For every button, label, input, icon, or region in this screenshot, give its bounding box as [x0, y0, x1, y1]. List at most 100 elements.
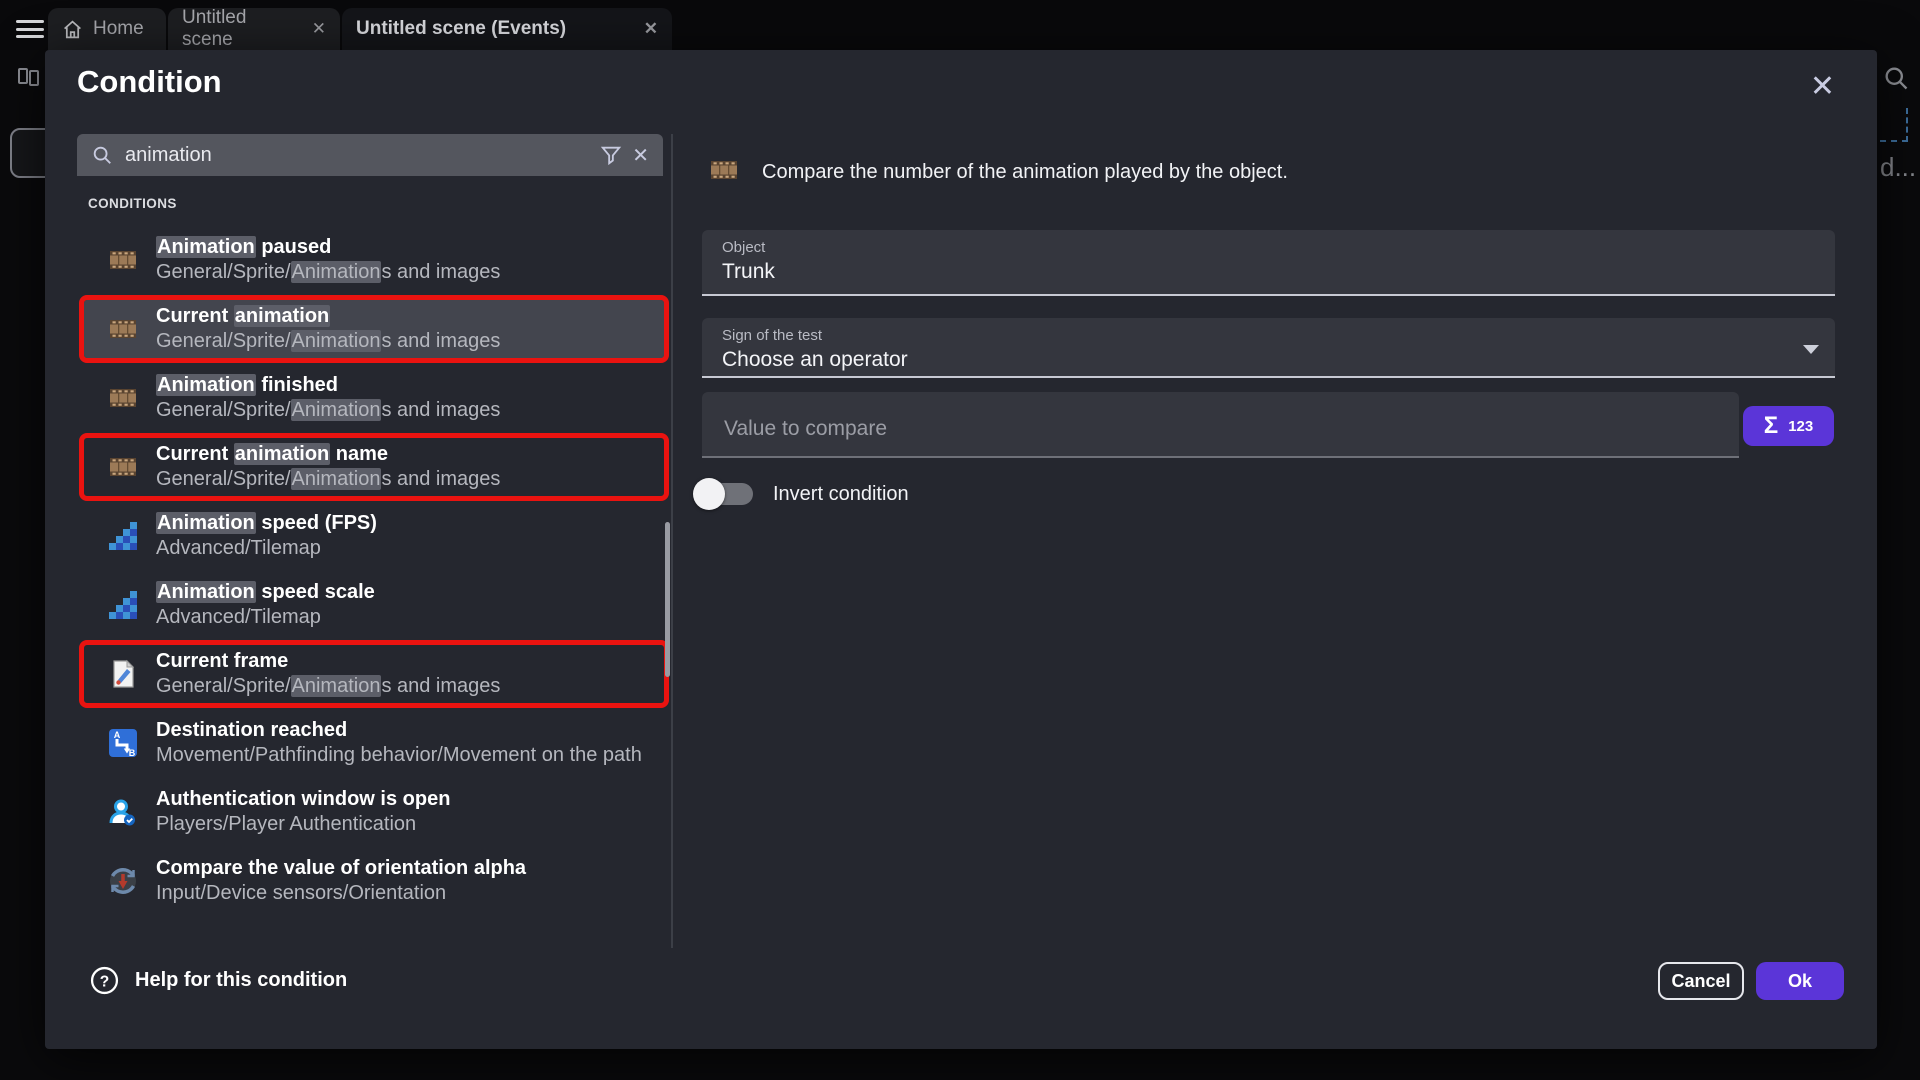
condition-list-item[interactable]: AB Destination reachedMovement/Pathfindin… — [79, 709, 669, 777]
close-tab-icon[interactable]: ✕ — [312, 19, 326, 39]
field-value: Trunk — [722, 260, 1815, 284]
section-header: CONDITIONS — [88, 196, 177, 211]
close-icon[interactable]: ✕ — [1810, 72, 1835, 102]
condition-item-title: Animation finished — [156, 373, 500, 398]
tab-untitled-scene-events[interactable]: Untitled scene (Events) ✕ — [342, 8, 672, 50]
tab-untitled-scene[interactable]: Untitled scene ✕ — [168, 8, 340, 50]
ok-button[interactable]: Ok — [1756, 962, 1844, 1000]
chevron-down-icon — [1803, 345, 1819, 354]
condition-item-text: Current frameGeneral/Sprite/Animations a… — [156, 649, 500, 699]
help-link[interactable]: ? Help for this condition — [90, 966, 347, 995]
orientation-icon — [106, 865, 140, 897]
scrollbar-thumb[interactable] — [665, 522, 670, 677]
panels-icon[interactable] — [18, 68, 38, 86]
condition-item-text: Animation finishedGeneral/Sprite/Animati… — [156, 373, 500, 423]
match-highlight: Animation — [156, 374, 256, 396]
condition-list-item[interactable]: Animation speed scaleAdvanced/Tilemap — [79, 571, 669, 639]
film-icon — [106, 382, 140, 414]
condition-item-path: General/Sprite/Animations and images — [156, 467, 500, 492]
filter-icon[interactable] — [600, 144, 622, 166]
condition-list-item[interactable]: Compare the value of orientation alphaIn… — [79, 847, 669, 915]
value-field[interactable] — [702, 392, 1739, 458]
magnifier-icon — [91, 144, 113, 166]
svg-text:A: A — [114, 730, 121, 740]
condition-item-title: Current animation name — [156, 442, 500, 467]
condition-item-path: Movement/Pathfinding behavior/Movement o… — [156, 743, 642, 768]
condition-list-item[interactable]: Authentication window is openPlayers/Pla… — [79, 778, 669, 846]
cancel-button[interactable]: Cancel — [1658, 962, 1744, 1000]
match-highlight: Animation — [291, 675, 382, 697]
selection-marquee — [1906, 108, 1908, 142]
condition-item-path: Advanced/Tilemap — [156, 605, 375, 630]
truncated-label: d... — [1880, 152, 1916, 183]
film-icon — [708, 154, 740, 191]
condition-dialog: Condition ✕ ✕ CONDITIONS Animation pause… — [45, 50, 1877, 1049]
condition-list-item[interactable]: Current frameGeneral/Sprite/Animations a… — [79, 640, 669, 708]
condition-item-title: Animation speed scale — [156, 580, 375, 605]
condition-item-title: Authentication window is open — [156, 787, 450, 812]
tab-home[interactable]: Home — [48, 8, 166, 50]
condition-list-item[interactable]: Animation speed (FPS)Advanced/Tilemap — [79, 502, 669, 570]
condition-item-path: Input/Device sensors/Orientation — [156, 881, 526, 906]
match-highlight: animation — [234, 305, 330, 327]
digits-label: 123 — [1788, 418, 1813, 435]
condition-item-path: General/Sprite/Animations and images — [156, 674, 500, 699]
condition-description: Compare the number of the animation play… — [762, 161, 1288, 184]
condition-item-text: Current animation nameGeneral/Sprite/Ani… — [156, 442, 500, 492]
object-field[interactable]: Object Trunk — [702, 230, 1835, 296]
match-highlight: Animation — [291, 399, 382, 421]
tilemap-icon — [106, 520, 140, 552]
help-icon: ? — [90, 966, 119, 995]
condition-item-text: Current animationGeneral/Sprite/Animatio… — [156, 304, 500, 354]
clear-search-icon[interactable]: ✕ — [632, 143, 649, 168]
condition-item-text: Authentication window is openPlayers/Pla… — [156, 787, 450, 837]
sigma-icon: Σ — [1764, 414, 1778, 438]
search-input[interactable] — [123, 143, 590, 168]
operator-select[interactable]: Sign of the test Choose an operator — [702, 318, 1835, 378]
tab-label: Home — [93, 18, 144, 40]
condition-item-path: Players/Player Authentication — [156, 812, 450, 837]
condition-item-text: Destination reachedMovement/Pathfinding … — [156, 718, 642, 768]
tab-bar: Home Untitled scene ✕ Untitled scene (Ev… — [0, 0, 1920, 50]
invert-condition-row: Invert condition — [693, 476, 909, 512]
menu-icon[interactable] — [16, 20, 44, 40]
film-icon — [106, 244, 140, 276]
tab-label: Untitled scene — [182, 7, 302, 51]
condition-item-path: Advanced/Tilemap — [156, 536, 377, 561]
expression-builder-button[interactable]: Σ 123 — [1743, 406, 1834, 446]
condition-item-title: Compare the value of orientation alpha — [156, 856, 526, 881]
condition-item-title: Current animation — [156, 304, 500, 329]
field-label: Object — [722, 239, 1815, 256]
invert-condition-label: Invert condition — [773, 483, 909, 506]
close-tab-icon[interactable]: ✕ — [644, 19, 658, 39]
condition-list-item[interactable]: Current animationGeneral/Sprite/Animatio… — [79, 295, 669, 363]
app-window: Home Untitled scene ✕ Untitled scene (Ev… — [0, 0, 1920, 1080]
condition-item-text: Compare the value of orientation alphaIn… — [156, 856, 526, 906]
field-value: Choose an operator — [722, 348, 1815, 372]
frame-icon — [106, 658, 140, 690]
svg-text:?: ? — [100, 974, 109, 991]
condition-list-item[interactable]: Animation finishedGeneral/Sprite/Animati… — [79, 364, 669, 432]
match-highlight: animation — [234, 443, 330, 465]
search-box: ✕ — [77, 134, 663, 176]
invert-condition-toggle[interactable] — [693, 476, 755, 512]
condition-list-item[interactable]: Animation pausedGeneral/Sprite/Animation… — [79, 226, 669, 294]
home-icon — [62, 19, 83, 40]
svg-text:B: B — [129, 748, 136, 758]
conditions-list: Animation pausedGeneral/Sprite/Animation… — [79, 226, 669, 948]
condition-item-title: Current frame — [156, 649, 500, 674]
search-icon[interactable] — [1882, 64, 1910, 92]
condition-item-path: General/Sprite/Animations and images — [156, 260, 500, 285]
match-highlight: Animation — [156, 512, 256, 534]
film-icon — [106, 313, 140, 345]
value-input[interactable] — [722, 416, 1719, 442]
path-icon: AB — [106, 727, 140, 759]
condition-item-text: Animation pausedGeneral/Sprite/Animation… — [156, 235, 500, 285]
match-highlight: Animation — [156, 236, 256, 258]
film-icon — [106, 451, 140, 483]
match-highlight: Animation — [291, 261, 382, 283]
auth-icon — [106, 796, 140, 828]
help-label: Help for this condition — [135, 969, 347, 992]
condition-list-item[interactable]: Current animation nameGeneral/Sprite/Ani… — [79, 433, 669, 501]
condition-item-path: General/Sprite/Animations and images — [156, 398, 500, 423]
